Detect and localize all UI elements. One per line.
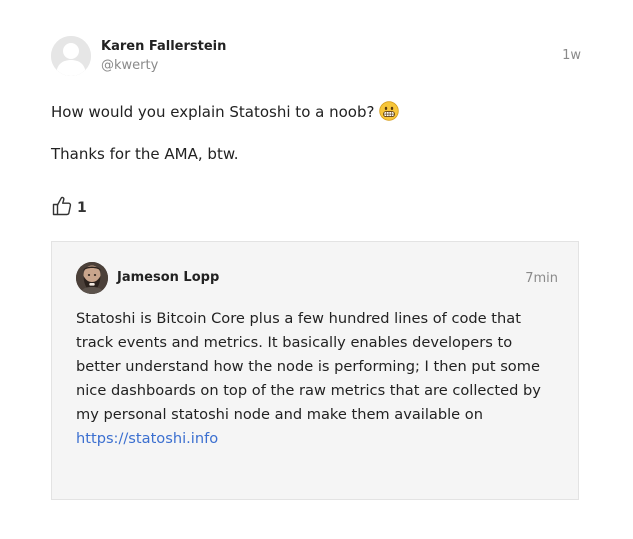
reply-author-name[interactable]: Jameson Lopp xyxy=(117,270,219,285)
post-text-line: How would you explain Statoshi to a noob… xyxy=(51,101,400,125)
post-question: How would you explain Statoshi to a noob… xyxy=(51,103,375,121)
reply-text-line: my personal statoshi node and make them … xyxy=(76,406,483,423)
avatar[interactable] xyxy=(51,36,91,76)
default-avatar-icon xyxy=(51,36,91,76)
post-text-line: Thanks for the AMA, btw. xyxy=(51,145,239,163)
statoshi-link[interactable]: https://statoshi.info xyxy=(76,430,218,447)
thumbs-up-icon xyxy=(51,195,73,221)
reply-body: Statoshi is Bitcoin Core plus a few hund… xyxy=(76,307,566,451)
reply-text-line: better understand how the node is perfor… xyxy=(76,358,540,375)
profile-photo-icon xyxy=(76,262,108,294)
avatar[interactable] xyxy=(76,262,108,294)
reply-text-line: nice dashboards on top of the raw metric… xyxy=(76,382,541,399)
reply-link-line: https://statoshi.info xyxy=(76,427,566,451)
author-handle[interactable]: @kwerty xyxy=(101,58,158,73)
reply-card: Jameson Lopp 7min Statoshi is Bitcoin Co… xyxy=(51,241,579,500)
post-timestamp: 1w xyxy=(562,48,581,63)
grinning-face-icon xyxy=(379,101,400,125)
post-card: Karen Fallerstein @kwerty 1w How would y… xyxy=(0,0,633,539)
like-button[interactable]: 1 xyxy=(51,195,87,221)
reply-text-line: track events and metrics. It basically e… xyxy=(76,334,513,351)
author-name[interactable]: Karen Fallerstein xyxy=(101,39,226,54)
reply-timestamp: 7min xyxy=(525,271,558,286)
like-count: 1 xyxy=(77,200,87,216)
reply-text-line: Statoshi is Bitcoin Core plus a few hund… xyxy=(76,310,521,327)
